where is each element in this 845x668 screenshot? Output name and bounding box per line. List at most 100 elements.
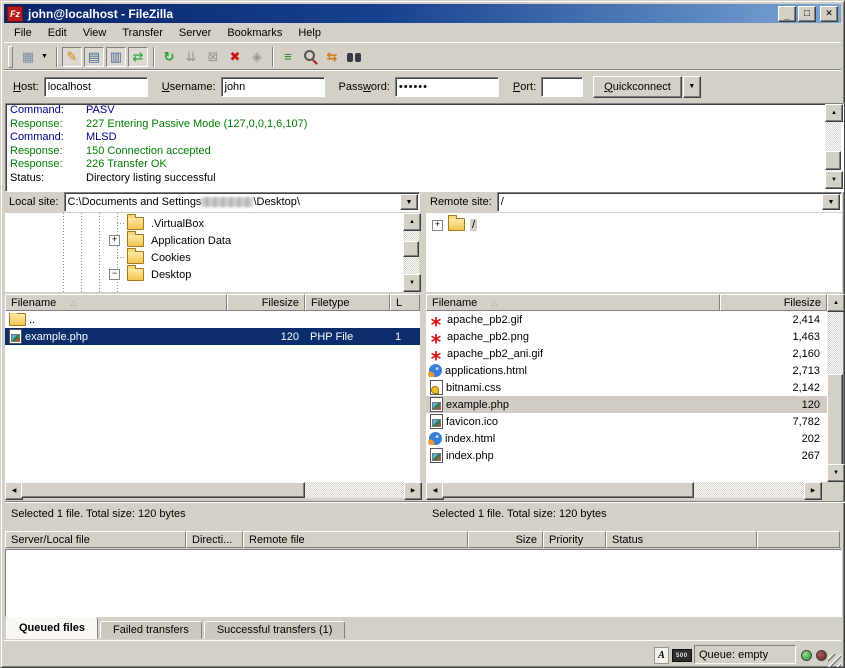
toggle-local-tree-icon[interactable]: ▤ — [84, 47, 104, 67]
local-directory-tree[interactable]: .VirtualBox + Application Data Cookies −… — [5, 213, 403, 292]
tree-item-application-data[interactable]: + Application Data — [5, 232, 403, 249]
column-size[interactable]: Size — [468, 531, 543, 548]
column-filetype[interactable]: Filetype — [305, 294, 390, 311]
speed-limit-icon[interactable]: 500 — [672, 649, 692, 662]
quickconnect-dropdown-icon[interactable]: ▼ — [683, 76, 701, 98]
column-remote-file[interactable]: Remote file — [243, 531, 468, 548]
remote-directory-tree[interactable]: + / — [426, 213, 842, 292]
remote-file-row[interactable]: index.php 267 — [426, 447, 827, 464]
menu-file[interactable]: File — [6, 25, 40, 41]
remote-file-row-selected[interactable]: example.php 120 — [426, 396, 827, 413]
password-input[interactable]: •••••• — [395, 77, 499, 97]
refresh-icon[interactable]: ↻ — [159, 47, 179, 67]
message-log[interactable]: Command:PASV Response:227 Entering Passi… — [5, 103, 844, 192]
scroll-thumb[interactable] — [825, 151, 841, 170]
close-button[interactable]: ✕ — [820, 6, 838, 22]
filter-icon[interactable]: ≡ — [278, 47, 298, 67]
local-file-row[interactable]: .. — [5, 311, 420, 328]
scroll-up-icon[interactable]: ▲ — [403, 213, 421, 231]
local-site-combo[interactable]: C:\Documents and Settings\Desktop\ ▼ — [64, 192, 420, 212]
title-bar[interactable]: Fz john@localhost - FileZilla _ □ ✕ — [4, 4, 841, 23]
menu-transfer[interactable]: Transfer — [114, 25, 171, 41]
username-input[interactable]: john — [221, 77, 325, 97]
site-manager-dropdown-icon[interactable]: ▼ — [41, 53, 48, 60]
message-log-scrollbar[interactable]: ▲ ▼ — [825, 104, 841, 189]
local-tree-scrollbar[interactable]: ▲ ▼ — [403, 213, 419, 292]
transfer-queue-list[interactable] — [5, 549, 842, 617]
compare-directories-icon[interactable]: ⇆ — [322, 47, 342, 67]
toggle-message-log-icon[interactable]: ✎ — [62, 47, 82, 67]
local-site-dropdown-icon[interactable]: ▼ — [400, 194, 418, 210]
remote-list-scrollbar[interactable]: ▲ ▼ — [827, 294, 843, 482]
tab-failed-transfers[interactable]: Failed transfers — [100, 621, 202, 639]
scroll-thumb[interactable] — [442, 482, 694, 498]
column-filesize[interactable]: Filesize — [720, 294, 827, 311]
sort-ascending-icon: △ — [491, 298, 497, 307]
column-filesize[interactable]: Filesize — [227, 294, 305, 311]
tree-item-virtualbox[interactable]: .VirtualBox — [5, 215, 403, 232]
remote-file-row[interactable]: apache_pb2_ani.gif 2,160 — [426, 345, 827, 362]
synchronized-browsing-icon[interactable] — [344, 47, 364, 67]
remote-site-dropdown-icon[interactable]: ▼ — [822, 194, 840, 210]
tree-item-desktop[interactable]: − Desktop — [5, 266, 403, 283]
tree-item-cookies[interactable]: Cookies — [5, 249, 403, 266]
quickconnect-button[interactable]: Quickconnect — [593, 76, 682, 98]
toggle-remote-tree-icon[interactable]: ▥ — [106, 47, 126, 67]
menu-view[interactable]: View — [75, 25, 115, 41]
scroll-up-icon[interactable]: ▲ — [825, 104, 843, 122]
maximize-button[interactable]: □ — [798, 6, 816, 22]
process-queue-icon[interactable]: ⇊ — [181, 47, 201, 67]
tab-queued-files[interactable]: Queued files — [6, 617, 98, 639]
local-file-row-selected[interactable]: example.php 120 PHP File 1 — [5, 328, 420, 345]
remote-list-hscrollbar[interactable]: ◀ ▶ — [426, 482, 820, 498]
expand-icon[interactable]: + — [109, 235, 120, 246]
disconnect-icon[interactable]: ✖ — [225, 47, 245, 67]
remote-site-combo[interactable]: / ▼ — [497, 192, 842, 212]
column-direction[interactable]: Directi... — [186, 531, 243, 548]
remote-file-row[interactable]: apache_pb2.png 1,463 — [426, 328, 827, 345]
reconnect-icon[interactable]: ◈ — [247, 47, 267, 67]
toggle-queue-icon[interactable]: ⇄ — [128, 47, 148, 67]
search-icon[interactable] — [300, 47, 320, 67]
column-filename[interactable]: Filename△ — [426, 294, 720, 311]
resize-grip[interactable] — [828, 654, 841, 667]
data-type-indicator-icon[interactable]: A — [654, 647, 669, 664]
menu-server[interactable]: Server — [171, 25, 219, 41]
cancel-operation-icon[interactable]: ⊠ — [203, 47, 223, 67]
column-priority[interactable]: Priority — [543, 531, 606, 548]
remote-file-row[interactable]: index.html 202 — [426, 430, 827, 447]
php-file-icon — [9, 329, 22, 344]
remote-file-row[interactable]: applications.html 2,713 — [426, 362, 827, 379]
menu-bookmarks[interactable]: Bookmarks — [219, 25, 290, 41]
scroll-down-icon[interactable]: ▼ — [825, 171, 843, 189]
remote-file-row[interactable]: apache_pb2.gif 2,414 — [426, 311, 827, 328]
expand-icon[interactable]: + — [432, 220, 443, 231]
column-status[interactable]: Status — [606, 531, 757, 548]
menu-edit[interactable]: Edit — [40, 25, 75, 41]
remote-file-row[interactable]: favicon.ico 7,782 — [426, 413, 827, 430]
scroll-down-icon[interactable]: ▼ — [827, 464, 845, 482]
local-file-list[interactable]: .. example.php 120 PHP File 1 — [5, 311, 420, 482]
column-filename[interactable]: Filename△ — [5, 294, 227, 311]
scroll-right-icon[interactable]: ▶ — [804, 482, 822, 500]
host-input[interactable]: localhost — [44, 77, 148, 97]
site-manager-icon[interactable]: ▦ — [18, 47, 38, 67]
scroll-right-icon[interactable]: ▶ — [404, 482, 422, 500]
column-server-local-file[interactable]: Server/Local file — [5, 531, 186, 548]
minimize-button[interactable]: _ — [778, 6, 796, 22]
scroll-thumb[interactable] — [827, 374, 843, 466]
toolbar-gripper[interactable] — [8, 46, 13, 68]
tab-successful-transfers[interactable]: Successful transfers (1) — [204, 621, 346, 639]
remote-file-row[interactable]: bitnami.css 2,142 — [426, 379, 827, 396]
scroll-thumb[interactable] — [403, 241, 419, 257]
scroll-up-icon[interactable]: ▲ — [827, 294, 845, 312]
scroll-down-icon[interactable]: ▼ — [403, 274, 421, 292]
column-lastmodified[interactable]: L — [390, 294, 420, 311]
local-list-hscrollbar[interactable]: ◀ ▶ — [5, 482, 420, 498]
menu-help[interactable]: Help — [290, 25, 329, 41]
collapse-icon[interactable]: − — [109, 269, 120, 280]
port-input[interactable] — [541, 77, 583, 97]
tree-item-root[interactable]: + / — [426, 216, 842, 233]
remote-file-list[interactable]: apache_pb2.gif 2,414 apache_pb2.png 1,46… — [426, 311, 827, 482]
scroll-thumb[interactable] — [21, 482, 305, 498]
